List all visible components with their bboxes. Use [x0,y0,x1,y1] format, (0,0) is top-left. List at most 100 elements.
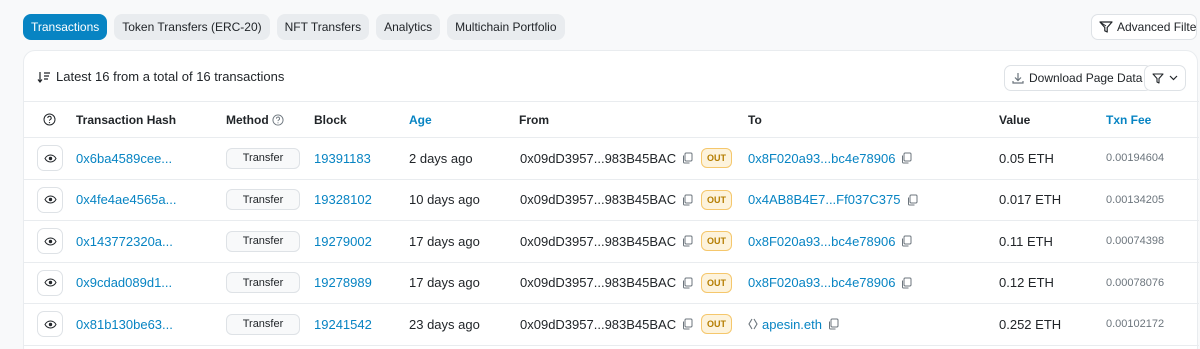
transaction-hash-link[interactable]: 0x143772320a... [76,234,173,249]
block-link[interactable]: 19241542 [314,317,372,332]
copy-icon[interactable] [901,235,912,247]
transaction-hash-link[interactable]: 0x81b130be63... [76,317,173,332]
row-preview-cell [37,221,63,262]
copy-icon[interactable] [682,318,693,330]
txn-fee-text: 0.00078076 [1106,276,1165,289]
advanced-filter-button[interactable]: Advanced Filter [1091,14,1197,40]
filter-dropdown-button[interactable] [1144,65,1186,91]
download-icon [1012,72,1024,84]
txn-fee-text: 0.00074398 [1106,235,1165,248]
tab-multichain-portfolio[interactable]: Multichain Portfolio [447,14,565,40]
eye-icon [43,154,57,163]
column-age[interactable]: Age [409,102,432,137]
age-text: 17 days ago [409,233,480,249]
transaction-hash-link[interactable]: 0x9cdad089d1... [76,275,172,290]
column-value: Value [999,112,1031,127]
value-text: 0.05 ETH [999,150,1054,166]
method-help-icon [272,113,284,126]
txn-fee-text: 0.00134205 [1106,193,1165,206]
table-row: 0x143772320a... Transfer 19279002 17 days a… [24,221,1199,263]
eye-icon [43,278,57,287]
value-text: 0.252 ETH [999,316,1062,332]
row-preview-cell [37,138,63,179]
copy-icon[interactable] [682,277,693,289]
column-method-label: Method [226,112,269,127]
tab-nft-transfers[interactable]: NFT Transfers [276,14,370,40]
to-address-link[interactable]: 0x8F020a93...bc4e78906 [748,151,895,166]
method-badge: Transfer [226,147,300,169]
tab-transactions[interactable]: Transactions [23,14,108,40]
table-row: 0x4fe4ae4565a... Transfer 19328102 10 days … [24,180,1199,221]
table-row: 0x6ba4589cee... Transfer 19391183 2 days ag… [24,138,1199,180]
column-block: Block [314,112,347,127]
block-link[interactable]: 19278989 [314,275,372,290]
advanced-filter-label: Advanced Filter [1117,20,1197,34]
sort-icon [37,71,51,83]
direction-badge: OUT [701,314,732,335]
table-row: 0x9cdad089d1... Transfer 19278989 17 days a… [24,263,1199,304]
transactions-summary: Latest 16 from a total of 16 transaction… [37,69,284,84]
age-text: 17 days ago [409,275,480,291]
table-header: Transaction Hash Method Block Age From T… [24,101,1199,138]
to-address-link[interactable]: 0x8F020a93...bc4e78906 [748,234,895,249]
download-page-data-button[interactable]: Download Page Data [1004,65,1153,91]
copy-icon[interactable] [682,152,693,164]
from-address[interactable]: 0x09dD3957...983B45BAC [520,192,676,207]
direction-badge: OUT [701,231,732,252]
from-address[interactable]: 0x09dD3957...983B45BAC [520,275,676,290]
method-badge: Transfer [226,313,300,335]
from-address[interactable]: 0x09dD3957...983B45BAC [520,234,676,249]
direction-badge: OUT [701,189,732,210]
block-link[interactable]: 19391183 [314,151,371,166]
help-icon [43,102,56,137]
txn-fee-text: 0.00102172 [1106,318,1165,331]
table-row: 0x81b130be63... Transfer 19241542 23 days a… [24,304,1199,346]
row-preview-cell [37,180,63,221]
direction-badge: OUT [701,148,732,169]
transaction-hash-link[interactable]: 0x4fe4ae4565a... [76,192,176,207]
method-badge: Transfer [226,189,300,211]
row-preview-cell [37,263,63,304]
value-text: 0.017 ETH [999,192,1062,208]
to-address-link[interactable]: 0x8F020a93...bc4e78906 [748,275,895,290]
summary-text: Latest 16 from a total of 16 transaction… [56,69,285,84]
method-badge: Transfer [226,230,300,252]
block-link[interactable]: 19328102 [314,192,372,207]
column-method: Method [226,102,284,137]
eye-icon [43,237,57,246]
copy-icon[interactable] [907,194,918,206]
block-link[interactable]: 19279002 [314,234,372,249]
column-transaction-hash: Transaction Hash [76,112,177,127]
value-text: 0.11 ETH [999,233,1053,249]
view-details-button[interactable] [37,145,63,172]
direction-badge: OUT [701,272,732,293]
copy-icon[interactable] [682,235,693,247]
copy-icon[interactable] [828,318,839,330]
to-address-link[interactable]: 0x4AB8B4E7...Ff037C375 [748,192,901,207]
to-address-link[interactable]: apesin.eth [762,317,822,332]
column-txn-fee[interactable]: Txn Fee [1106,102,1151,137]
eye-icon [43,195,57,204]
view-details-button[interactable] [37,186,63,213]
age-text: 23 days ago [409,316,480,332]
filter-icon [1152,72,1164,84]
copy-icon[interactable] [901,152,912,164]
view-details-button[interactable] [37,269,63,296]
from-address[interactable]: 0x09dD3957...983B45BAC [520,151,676,166]
tab-token-transfers[interactable]: Token Transfers (ERC-20) [114,14,270,40]
txn-fee-text: 0.00194604 [1106,152,1165,165]
method-badge: Transfer [226,272,300,294]
download-label: Download Page Data [1029,71,1143,85]
age-text: 10 days ago [409,192,480,208]
transaction-hash-link[interactable]: 0x6ba4589cee... [76,151,172,166]
ens-icon [748,318,758,330]
view-details-button[interactable] [37,311,63,338]
view-details-button[interactable] [37,228,63,255]
copy-icon[interactable] [901,277,912,289]
copy-icon[interactable] [682,194,693,206]
tab-analytics[interactable]: Analytics [376,14,441,40]
from-address[interactable]: 0x09dD3957...983B45BAC [520,317,676,332]
value-text: 0.12 ETH [999,275,1054,291]
column-from: From [519,112,549,127]
funnel-icon [1099,21,1113,33]
